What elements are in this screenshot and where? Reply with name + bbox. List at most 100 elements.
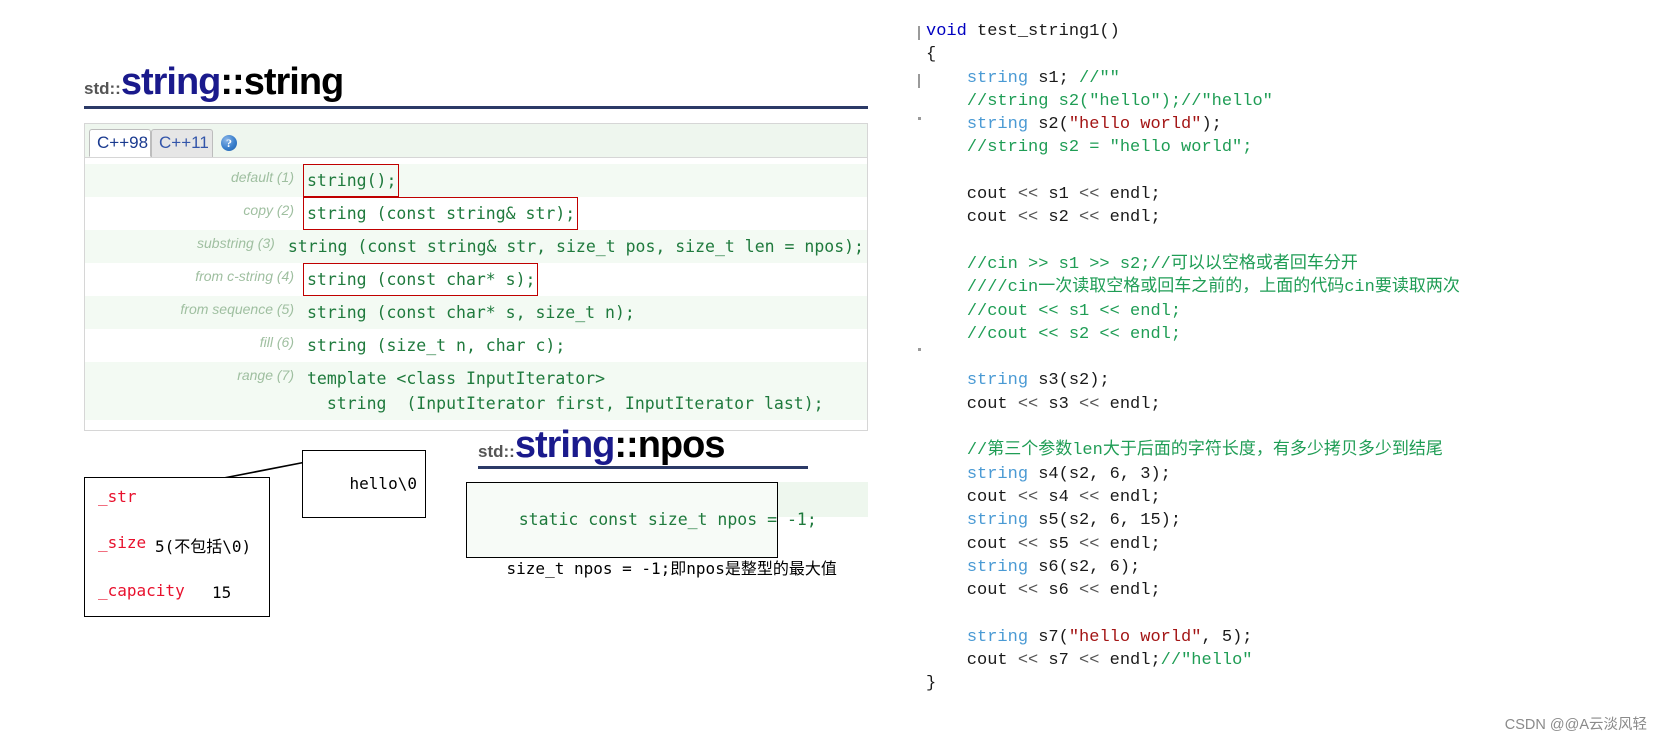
code-token: << (1079, 581, 1100, 601)
code-token: //"hello" (1160, 651, 1253, 671)
constructor-row: range (7) template <class InputIterator> … (85, 362, 867, 420)
code-token: s3 (1038, 394, 1080, 414)
tab-cpp11[interactable]: C++11 (151, 129, 213, 157)
code-token: endl; (1099, 208, 1161, 228)
code-line: //string s2 = "hello world"; (926, 136, 1460, 159)
code-token: , 5); (1201, 627, 1253, 647)
code-token: endl; (1099, 487, 1161, 507)
constructor-row: copy (2) string (const string& str); (85, 197, 867, 230)
code-token: << (1017, 534, 1039, 554)
npos-title-namespace: std:: (478, 442, 515, 461)
code-editor-pane: void test_string1(){ string s1; //"" //s… (900, 0, 1659, 741)
code-line: //cout << s2 << endl; (926, 323, 1460, 346)
code-token: << (1079, 185, 1100, 205)
npos-title-separator: :: (614, 424, 638, 466)
code-token: s5(s2, 6, 15); (1028, 511, 1182, 531)
constructor-row: substring (3) string (const string& str, … (85, 230, 867, 263)
code-line: { (926, 43, 1460, 66)
code-token: cout (926, 394, 1018, 414)
code-token: { (926, 45, 937, 65)
gutter-mark (918, 26, 920, 40)
code-token: s6(s2, 6); (1028, 557, 1141, 577)
constructor-signature: string (const char* s, size_t n); (307, 303, 635, 322)
code-token: //第三个参数len大于后面的字符长度，有多少拷贝多少到结尾 (966, 441, 1443, 461)
reference-doc-pane: std::string::string C++98 C++11 ? defaul… (0, 0, 900, 741)
code-token: endl; (1099, 651, 1161, 671)
code-line: cout << s1 << endl; (926, 183, 1460, 206)
code-token: s6 (1038, 581, 1080, 601)
code-token: s2( (1028, 115, 1069, 135)
mem-field-capacity: _capacity (98, 581, 185, 600)
code-line: string s2("hello world"); (926, 113, 1460, 136)
title-member: string (243, 61, 345, 103)
code-token: << (1017, 581, 1039, 601)
code-token: cout (926, 487, 1018, 507)
code-token: cout (926, 534, 1018, 554)
code-token: s4 (1038, 487, 1080, 507)
code-token: cout (926, 651, 1018, 671)
constructor-row-label: fill (6) (259, 334, 294, 350)
constructor-row-list: default (1) string(); copy (2) string (cons… (85, 158, 867, 430)
heap-buffer-contents: hello\0 (349, 474, 417, 493)
code-token: ////cin一次读取空格或回车之前的，上面的代码cin要读取两次 (966, 278, 1460, 298)
code-token: test_string1() (966, 22, 1120, 41)
code-token: s7( (1028, 627, 1069, 647)
code-token: << (1079, 534, 1100, 554)
code-token: s1 (1038, 185, 1080, 205)
constructor-row-label: substring (3) (197, 235, 275, 251)
code-line: ////cin一次读取空格或回车之前的，上面的代码cin要读取两次 (926, 276, 1460, 299)
code-line: string s5(s2, 6, 15); (926, 509, 1460, 532)
code-token: endl; (1099, 185, 1161, 205)
constructor-signature: string (size_t n, char c); (307, 336, 566, 355)
code-token: << (1079, 394, 1100, 414)
tab-cpp98[interactable]: C++98 (89, 129, 151, 157)
code-token: "hello world" (1068, 115, 1202, 135)
code-token: } (926, 674, 937, 694)
page-title-string-constructor: std::string::string (84, 61, 345, 104)
npos-declaration-code: static const size_t npos = -1; (518, 510, 817, 529)
constructor-row-label: range (7) (237, 367, 294, 383)
gutter-dot (918, 348, 921, 351)
code-token: << (1017, 208, 1039, 228)
code-token: s7 (1038, 651, 1080, 671)
title-namespace: std:: (84, 79, 121, 98)
code-token: cout (926, 185, 1018, 205)
code-line: cout << s2 << endl; (926, 206, 1460, 229)
constructor-row-label: from sequence (5) (180, 301, 294, 317)
code-token: //"" (1079, 68, 1120, 88)
constructor-row: from c-string (4) string (const char* s); (85, 263, 867, 296)
string-object-memory-box: _str _size 5(不包括\0) _capacity 15 (84, 477, 270, 617)
constructor-signature: string(); (303, 164, 400, 197)
constructor-overload-panel: C++98 C++11 ? default (1) string(); copy (… (84, 123, 868, 431)
npos-annotation-note: size_t npos = -1;即npos是整型的最大值 (468, 536, 837, 598)
code-line: string s3(s2); (926, 369, 1460, 392)
code-token: string (966, 627, 1029, 647)
help-icon[interactable]: ? (221, 135, 237, 151)
gutter-dot (918, 117, 921, 120)
watermark: CSDN @@A云淡风轻 (1504, 717, 1647, 733)
code-line: //cout << s1 << endl; (926, 300, 1460, 323)
npos-title-class: string (514, 424, 616, 466)
code-line: string s6(s2, 6); (926, 556, 1460, 579)
mem-field-str: _str (98, 487, 137, 506)
code-token: //cout << s1 << endl; (966, 301, 1182, 321)
code-line: void test_string1() (926, 20, 1460, 43)
tab-cpp98-label: C++98 (97, 133, 149, 152)
code-line: cout << s3 << endl; (926, 393, 1460, 416)
npos-annotation-text: size_t npos = -1;即npos是整型的最大值 (506, 559, 837, 578)
code-token: //string s2 = "hello world"; (966, 138, 1253, 158)
mem-field-size: _size (98, 533, 147, 552)
constructor-signature: template <class InputIterator> string (I… (307, 369, 824, 413)
source-code-block[interactable]: void test_string1(){ string s1; //"" //s… (926, 20, 1460, 696)
code-token: << (1017, 651, 1039, 671)
code-token: << (1017, 185, 1039, 205)
